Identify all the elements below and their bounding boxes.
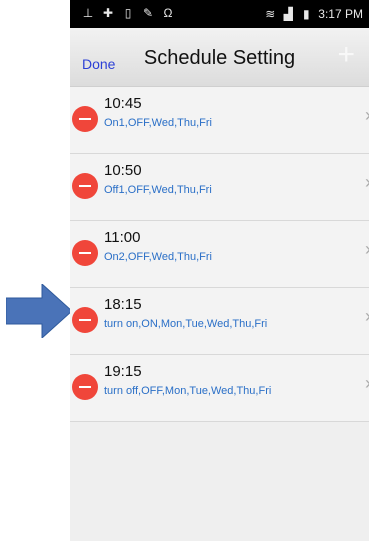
schedule-time: 10:45: [104, 95, 142, 112]
chevron-right-icon: ›: [365, 306, 369, 327]
status-right-icons: ≋ ▟ ▮ 3:17 PM: [264, 7, 363, 21]
schedule-desc: turn on,ON,Mon,Tue,Wed,Thu,Fri: [104, 318, 268, 330]
schedule-time: 10:50: [104, 162, 142, 179]
chevron-right-icon: ›: [365, 172, 369, 193]
schedule-desc: turn off,OFF,Mon,Tue,Wed,Thu,Fri: [104, 385, 272, 397]
schedule-row[interactable]: 10:45 On1,OFF,Wed,Thu,Fri ›: [70, 87, 369, 154]
edit-icon: ✎: [142, 6, 154, 20]
schedule-list: 10:45 On1,OFF,Wed,Thu,Fri › 10:50 Off1,O…: [70, 87, 369, 422]
nav-bar: Done Schedule Setting +: [70, 28, 369, 87]
schedule-desc: Off1,OFF,Wed,Thu,Fri: [104, 184, 212, 196]
schedule-time: 19:15: [104, 363, 142, 380]
headset-icon: Ω: [163, 6, 173, 20]
arrow-annotation-icon: [6, 284, 72, 338]
signal-icon: ▟: [283, 7, 293, 21]
delete-icon[interactable]: [72, 240, 98, 266]
page-title: Schedule Setting: [143, 47, 296, 69]
schedule-desc: On2,OFF,Wed,Thu,Fri: [104, 251, 212, 263]
usb-icon: ⊥: [82, 6, 94, 20]
schedule-row[interactable]: 18:15 turn on,ON,Mon,Tue,Wed,Thu,Fri ›: [70, 288, 369, 355]
wifi-icon: ≋: [265, 7, 276, 21]
sim-icon: ▯: [124, 6, 132, 20]
schedule-row[interactable]: 19:15 turn off,OFF,Mon,Tue,Wed,Thu,Fri ›: [70, 355, 369, 422]
delete-icon[interactable]: [72, 307, 98, 333]
chevron-right-icon: ›: [365, 239, 369, 260]
delete-icon[interactable]: [72, 374, 98, 400]
add-schedule-button[interactable]: +: [337, 40, 355, 70]
chevron-right-icon: ›: [365, 373, 369, 394]
schedule-time: 18:15: [104, 296, 142, 313]
schedule-desc: On1,OFF,Wed,Thu,Fri: [104, 117, 212, 129]
battery-icon: ▮: [302, 7, 310, 21]
schedule-row[interactable]: 10:50 Off1,OFF,Wed,Thu,Fri ›: [70, 154, 369, 221]
add-icon: ✚: [102, 6, 114, 20]
schedule-time: 11:00: [104, 229, 141, 246]
delete-icon[interactable]: [72, 106, 98, 132]
phone-screen: ⊥ ✚ ▯ ✎ Ω ≋ ▟ ▮ 3:17 PM Done Schedule Se…: [70, 0, 369, 541]
status-bar: ⊥ ✚ ▯ ✎ Ω ≋ ▟ ▮ 3:17 PM: [70, 0, 369, 28]
schedule-row[interactable]: 11:00 On2,OFF,Wed,Thu,Fri ›: [70, 221, 369, 288]
status-left-icons: ⊥ ✚ ▯ ✎ Ω: [82, 7, 174, 19]
status-time: 3:17 PM: [318, 7, 363, 21]
chevron-right-icon: ›: [365, 105, 369, 126]
delete-icon[interactable]: [72, 173, 98, 199]
